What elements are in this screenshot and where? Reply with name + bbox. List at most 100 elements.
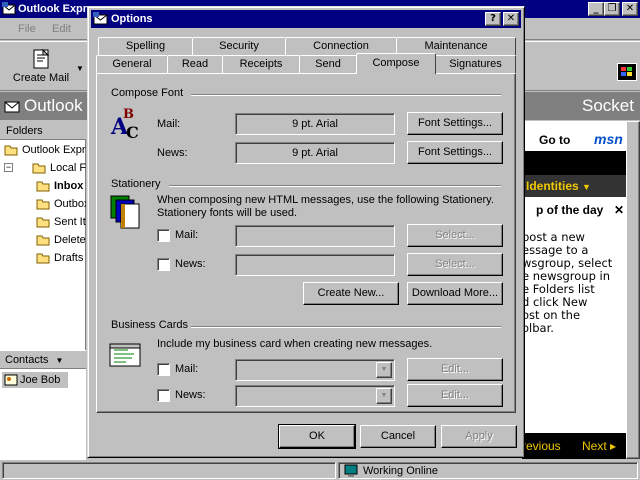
local-folders-icon [32,163,46,174]
svg-text:B: B [123,107,134,122]
combo-arrow-icon[interactable]: ▼ [376,388,392,404]
combo-arrow-icon[interactable]: ▼ [376,362,392,378]
status-online-text: Working Online [363,465,438,477]
identities-label: Identities [526,179,579,193]
create-mail-label: Create Mail [12,72,70,84]
identities-button[interactable]: Identities ▼ [522,175,640,197]
contacts-header[interactable]: Contacts ▼ [0,350,86,369]
stationery-news-checkbox[interactable] [157,258,170,271]
tab-read[interactable]: Read [167,55,223,73]
help-button[interactable]: ? [485,12,501,26]
drafts-icon [36,253,50,264]
cancel-button[interactable]: Cancel [360,425,436,448]
ok-button[interactable]: OK [278,424,356,449]
business-cards-divider [191,326,501,328]
business-card-news-combo[interactable]: ▼ [235,385,395,407]
folder-tree-item[interactable]: Sent Items [0,213,86,231]
restore-button[interactable]: ❐ [604,2,620,16]
business-card-mail-label: Mail: [175,363,199,375]
tab-general[interactable]: General [96,55,168,73]
folder-tree: Outlook Express− Local Folders Inbox Outbox… [0,141,86,267]
tab-label: Receipts [239,58,283,70]
outlook-express-icon [4,145,18,156]
compose-font-divider [191,94,501,96]
folder-tree-item[interactable]: Deleted Items [0,231,86,249]
contacts-dropdown-icon[interactable]: ▼ [55,356,63,365]
dark-strip [522,151,640,175]
folder-tree-item[interactable]: Drafts [0,249,86,267]
business-cards-heading: Business Cards [111,319,189,331]
msn-bar[interactable]: Go to msn [522,125,626,149]
folder-label: Local Folders [50,162,86,174]
compose-mail-font-display: 9 pt. Arial [235,113,395,135]
tab-label: Send [315,58,341,70]
news-font-settings-button[interactable]: Font Settings... [407,141,503,164]
business-card-mail-checkbox[interactable] [157,363,170,376]
business-card-news-checkbox[interactable] [157,389,170,402]
tab-compose[interactable]: Compose [356,53,436,74]
folder-label: Deleted Items [54,234,86,246]
msn-logo: msn [594,131,623,147]
tab-receipts[interactable]: Receipts [222,55,300,73]
business-card-news-label: News: [175,389,206,401]
tab-spelling[interactable]: Spelling [98,37,193,55]
goto-label: Go to [539,133,571,147]
stationery-heading: Stationery [111,178,161,190]
create-mail-dropdown-icon[interactable]: ▼ [76,64,84,73]
stationery-news-select-button[interactable]: Select... [407,253,503,276]
msn-scrollbar[interactable] [626,121,640,459]
mail-font-settings-button[interactable]: Font Settings... [407,112,503,135]
minimize-button[interactable]: _ [588,2,604,16]
folder-tree-item[interactable]: Outbox [0,195,86,213]
tip-close-icon[interactable]: ✕ [614,203,624,217]
identities-dropdown-icon: ▼ [582,182,591,192]
close-button[interactable]: ✕ [622,2,638,16]
options-title: Options [111,13,153,25]
next-link[interactable]: Next ▸ [582,439,616,453]
compose-mail-label: Mail: [157,118,181,130]
collapse-icon[interactable]: − [4,163,13,172]
tip-body: post a new essage to a wsgroup, select e… [522,231,626,335]
compose-news-font-display: 9 pt. Arial [235,142,395,164]
tab-send[interactable]: Send [299,55,357,73]
tip-title: p of the day ✕ [522,203,640,217]
contact-item[interactable]: Joe Bob [2,372,68,388]
options-dialog: Options ? ✕ Spelling Security Connection… [87,6,525,458]
tab-signatures[interactable]: Signatures [435,55,516,73]
stationery-mail-checkbox[interactable] [157,229,170,242]
band-title: Outlook [24,96,83,115]
stationery-mail-select-button[interactable]: Select... [407,224,503,247]
folders-header: Folders [0,121,86,140]
business-card-news-edit-button[interactable]: Edit... [407,384,503,407]
dialog-close-button[interactable]: ✕ [503,12,519,26]
outlook-envelope-icon [2,2,16,15]
apply-button[interactable]: Apply [441,425,517,448]
business-card-mail-edit-button[interactable]: Edit... [407,358,503,381]
folder-tree-item[interactable]: − Local Folders [0,159,86,177]
svg-text:C: C [126,123,139,142]
inbox-icon [36,181,50,192]
outbox-icon [36,199,50,210]
folder-tree-item[interactable]: Inbox [0,177,86,195]
folder-label: Outlook Express [22,144,86,156]
business-card-mail-combo[interactable]: ▼ [235,359,395,381]
download-more-button[interactable]: Download More... [407,282,503,305]
tab-label: General [112,58,152,70]
create-new-button[interactable]: Create New... [303,282,399,305]
contact-name: Joe Bob [20,374,61,386]
menu-file[interactable]: File [18,23,36,35]
tip-title-text: p of the day [536,203,604,217]
sent-items-icon [36,217,50,228]
folder-tree-item[interactable]: Outlook Express [0,141,86,159]
folder-label: Sent Items [54,216,86,228]
stationery-mail-field [235,225,395,247]
create-mail-button[interactable]: Create Mail [8,46,74,88]
tab-security[interactable]: Security [192,37,286,55]
previous-link[interactable]: revious [522,439,561,453]
tab-label: Maintenance [424,40,488,52]
menu-edit[interactable]: Edit [52,23,71,35]
stationery-icon [110,195,140,229]
compose-font-heading: Compose Font [111,87,184,99]
folder-label: Drafts [54,252,84,264]
contacts-label: Contacts [5,354,49,366]
